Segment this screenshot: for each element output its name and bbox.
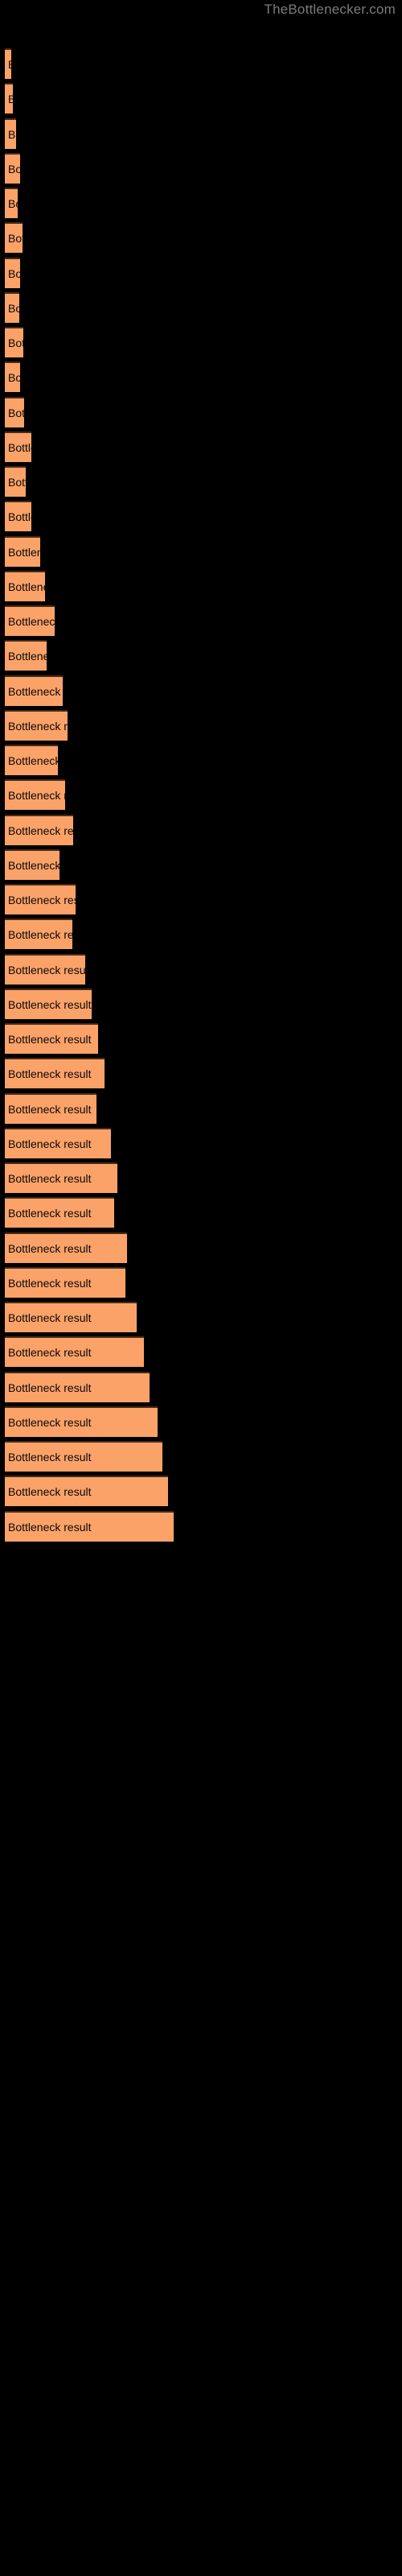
bar[interactable]: Bottleneck result (5, 953, 85, 985)
bar-label: Bottleneck result (8, 1207, 92, 1220)
bar-label: Bottleneck result (8, 754, 58, 767)
bar-label: Bottleneck result (8, 1346, 92, 1360)
bar-label: Bottleneck result (8, 1381, 92, 1394)
bar-label: Bottleneck result (8, 1415, 92, 1429)
bar-label: Bottleneck result (8, 336, 23, 349)
bar-chart-plot-area: Bottleneck result Bottleneck result Bottle… (0, 0, 402, 2576)
bar-label: Bottleneck result (8, 1276, 92, 1290)
bar-label: Bottleneck result (8, 127, 16, 141)
bar[interactable]: Bottleneck result (5, 361, 20, 393)
bar-label: Bottleneck result (8, 162, 20, 175)
bar-label: Bottleneck result (8, 510, 31, 524)
bar[interactable]: Bottleneck result (5, 466, 26, 497)
bar-label: Bottleneck result (8, 824, 73, 837)
bar[interactable]: Bottleneck result (5, 257, 20, 288)
bar-label: Bottleneck result (8, 789, 65, 803)
bar-label: Bottleneck result (8, 266, 20, 280)
bar[interactable]: Bottleneck result (5, 1476, 168, 1507)
bar-label: Bottleneck result (8, 963, 85, 976)
bar[interactable]: Bottleneck result (5, 1406, 158, 1437)
bar[interactable]: Bottleneck result (5, 1197, 114, 1228)
bar-label: Bottleneck result (8, 1451, 92, 1463)
bar[interactable]: Bottleneck result (5, 814, 73, 845)
bar-label: Bottleneck result (8, 476, 26, 489)
bar-label: Bottleneck result (8, 1520, 92, 1534)
bar[interactable]: Bottleneck result (5, 188, 18, 218)
bar[interactable]: Bottleneck result (5, 327, 23, 357)
bar-label: Bottleneck result (8, 371, 20, 385)
bar-label: Bottleneck result (8, 50, 11, 79)
bar-label: Bottleneck result (8, 894, 76, 906)
bar-label: Bottleneck result (8, 197, 18, 210)
bar[interactable]: Bottleneck result (5, 1336, 144, 1368)
bar-label: Bottleneck result (8, 1485, 92, 1499)
bar[interactable]: Bottleneck result (5, 884, 76, 914)
bar-label: Bottleneck result (8, 301, 19, 315)
bar[interactable]: Bottleneck result (5, 1302, 137, 1332)
bar[interactable]: Bottleneck result (5, 152, 20, 184)
bar-label: Bottleneck result (8, 406, 24, 419)
bar[interactable]: Bottleneck result (5, 1441, 162, 1472)
bar[interactable]: Bottleneck result (5, 396, 24, 427)
bar-label: Bottleneck result (8, 1137, 92, 1150)
bar[interactable]: Bottleneck result (5, 1058, 105, 1089)
bar[interactable]: Bottleneck result (5, 535, 40, 567)
bar-label: Bottleneck result (8, 1172, 92, 1185)
bar-label: Bottleneck result (8, 928, 72, 942)
bar[interactable]: Bottleneck result (5, 83, 13, 114)
bar-label: Bottleneck result (8, 615, 55, 628)
bar[interactable]: Bottleneck result (5, 1232, 127, 1263)
bar-label: Bottleneck result (8, 545, 40, 559)
bar[interactable]: Bottleneck result (5, 988, 92, 1019)
bar[interactable]: Bottleneck result (5, 1162, 117, 1193)
bar-label: Bottleneck result (8, 858, 59, 872)
bar[interactable]: Bottleneck result (5, 291, 19, 323)
bar[interactable]: Bottleneck result (5, 919, 72, 950)
bar-label: Bottleneck result (8, 232, 23, 246)
bar-label: Bottleneck result (8, 85, 13, 114)
bar[interactable]: Bottleneck result (5, 1023, 98, 1054)
bar[interactable]: Bottleneck result (5, 605, 55, 636)
bar-label: Bottleneck result (8, 719, 68, 733)
bar-label: Bottleneck result (8, 997, 92, 1011)
bar[interactable]: Bottleneck result (5, 779, 65, 811)
bar[interactable]: Bottleneck result (5, 675, 63, 706)
bar-label: Bottleneck result (8, 650, 47, 663)
bar[interactable]: Bottleneck result (5, 501, 31, 532)
bar-label: Bottleneck result (8, 1241, 92, 1255)
bar[interactable]: Bottleneck result (5, 118, 16, 149)
bar-label: Bottleneck result (8, 440, 31, 454)
bar-label: Bottleneck result (8, 580, 45, 593)
bottleneck-chart-page: TheBottlenecker.com Bottleneck resultBot… (0, 0, 402, 2576)
bar[interactable]: Bottleneck result (5, 640, 47, 671)
bar-label: Bottleneck result (8, 684, 63, 698)
bar[interactable]: Bottleneck result (5, 431, 31, 462)
bar[interactable]: Bottleneck result (5, 1371, 150, 1402)
bar[interactable]: Bottleneck result (5, 570, 45, 601)
bar-label: Bottleneck result (8, 1311, 92, 1324)
bar-label: Bottleneck result (8, 1067, 92, 1081)
bar-label: Bottleneck result (8, 1102, 92, 1116)
bar-label: Bottleneck result (8, 1033, 92, 1046)
bar[interactable]: Bottleneck result (5, 848, 59, 880)
bar[interactable]: Bottleneck result (5, 222, 23, 254)
bar[interactable]: Bottleneck result (5, 1092, 96, 1124)
bar[interactable]: Bottleneck result (5, 48, 11, 79)
bar[interactable]: Bottleneck result (5, 1510, 174, 1542)
bar[interactable]: Bottleneck result (5, 1127, 111, 1158)
bar[interactable]: Bottleneck result (5, 745, 58, 775)
bar[interactable]: Bottleneck result (5, 709, 68, 741)
bar[interactable]: Bottleneck result (5, 1266, 125, 1298)
